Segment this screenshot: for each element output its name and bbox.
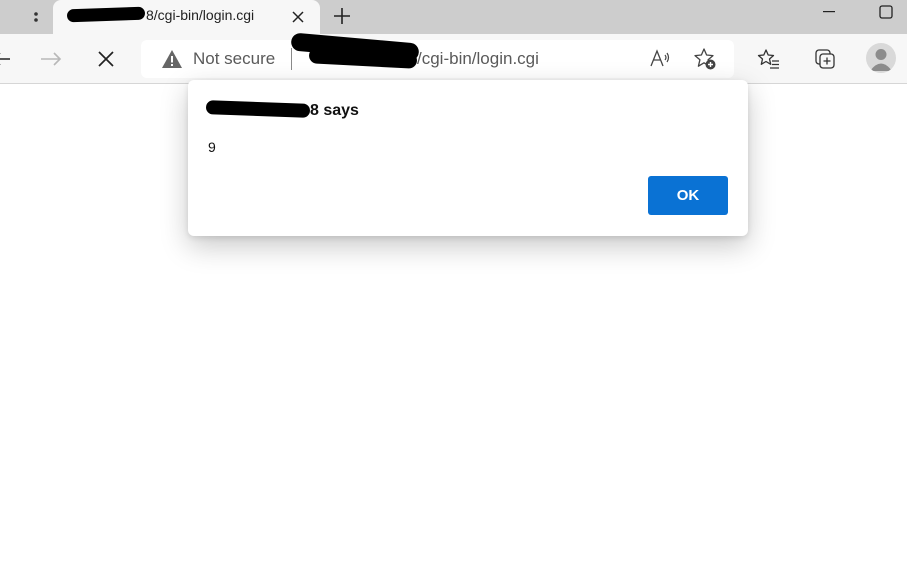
redaction-mark — [205, 100, 311, 118]
tab-actions-menu-icon[interactable] — [22, 5, 50, 29]
minimize-icon[interactable] — [814, 0, 844, 24]
add-favorite-icon[interactable] — [691, 46, 719, 72]
url-path: /cgi-bin/login.cgi — [417, 49, 539, 68]
favorites-icon[interactable] — [754, 44, 784, 74]
ok-button[interactable]: OK — [648, 176, 728, 215]
redaction-mark — [66, 6, 146, 23]
security-status[interactable]: Not secure — [193, 49, 275, 69]
profile-avatar-icon[interactable] — [866, 43, 896, 73]
dialog-message: 9 — [208, 139, 216, 155]
forward-icon[interactable] — [36, 44, 66, 74]
dialog-title-text: 8 says — [310, 102, 359, 119]
new-tab-button[interactable] — [328, 2, 356, 30]
collections-icon[interactable] — [810, 44, 840, 74]
read-aloud-icon[interactable] — [646, 46, 674, 72]
tab-strip: 8/cgi-bin/login.cgi — [0, 0, 907, 34]
divider — [291, 48, 292, 70]
back-icon[interactable] — [0, 44, 16, 74]
address-bar[interactable]: Not secure /cgi-bin/login.cgi — [141, 40, 734, 78]
stop-icon[interactable] — [91, 44, 121, 74]
tab-close-icon[interactable] — [286, 5, 310, 29]
tab-title-text: 8/cgi-bin/login.cgi — [146, 7, 255, 23]
active-tab[interactable]: 8/cgi-bin/login.cgi — [53, 0, 320, 34]
maximize-icon[interactable] — [871, 0, 901, 24]
browser-toolbar: Not secure /cgi-bin/login.cgi — [0, 34, 907, 84]
alert-dialog: 8 says 9 OK — [188, 80, 748, 236]
tab-title: 8/cgi-bin/login.cgi — [66, 6, 255, 23]
warning-icon[interactable] — [161, 48, 183, 70]
dialog-title: 8 says — [205, 100, 359, 120]
